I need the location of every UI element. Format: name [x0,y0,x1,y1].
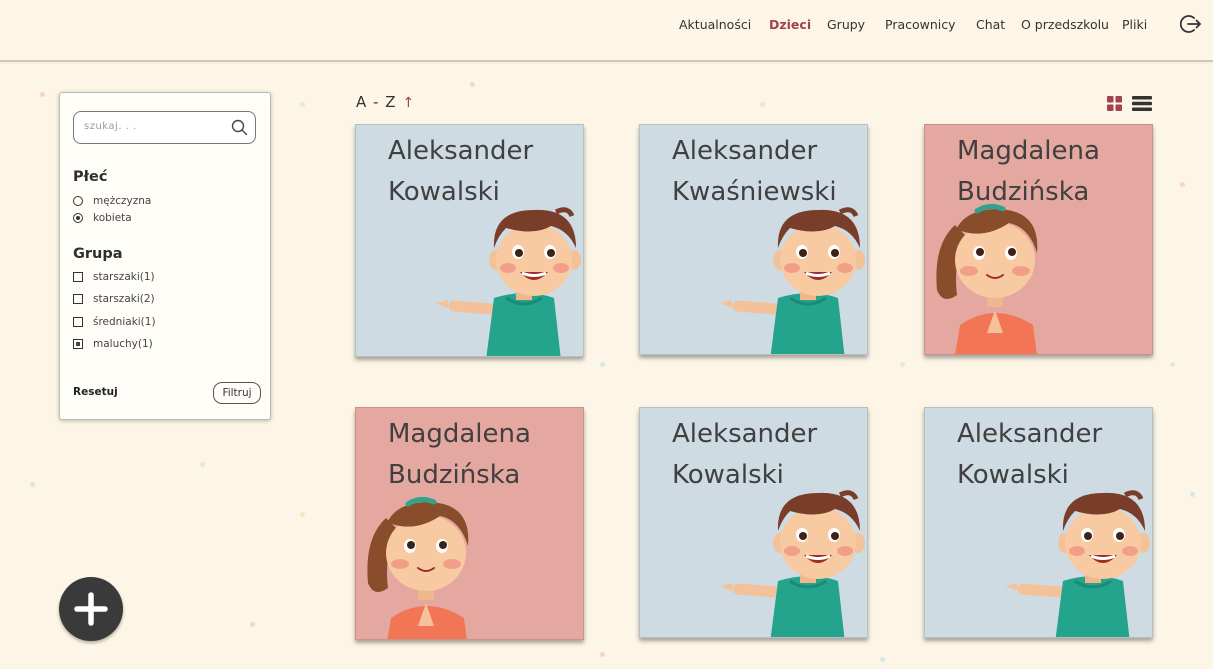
sort-arrow-up-icon: ↑ [402,95,416,111]
filter-button[interactable]: Filtruj [213,382,261,404]
grid-view-icon[interactable] [1107,96,1122,111]
nav-item-aktualnosci[interactable]: Aktualności [679,17,751,32]
nav-item-pracownicy[interactable]: Pracownicy [885,17,956,32]
nav-item-dzieci[interactable]: Dzieci [769,17,811,32]
logout-icon[interactable] [1180,13,1202,35]
filter-panel: Płeć mężczyzna kobieta Grupa starszaki(1… [59,92,271,420]
checkbox[interactable] [73,316,83,327]
group-option-label: średniaki(1) [93,316,156,328]
group-option-label: starszaki(1) [93,271,155,283]
child-first-name: Magdalena [388,419,531,449]
add-child-button[interactable] [59,577,123,641]
child-card[interactable]: Magdalena Budzińska [924,124,1153,355]
sort-label: A - Z [356,93,397,111]
sort-toggle[interactable]: A - Z ↑ [356,93,415,111]
child-first-name: Magdalena [957,136,1100,166]
nav-item-chat[interactable]: Chat [976,17,1005,32]
child-last-name: Kowalski [957,460,1069,490]
child-name: Aleksander Kowalski [957,414,1147,496]
group-option-label: starszaki(2) [93,293,155,305]
child-card[interactable]: Aleksander Kowalski [639,407,868,638]
group-option-label: maluchy(1) [93,338,153,350]
top-navigation: Aktualności Dzieci Grupy Pracownicy Chat… [0,0,1213,62]
child-last-name: Budzińska [388,460,521,490]
child-first-name: Aleksander [672,136,818,166]
child-last-name: Kowalski [672,460,784,490]
nav-item-pliki[interactable]: Pliki [1122,17,1147,32]
plus-icon [74,592,108,626]
search-input[interactable] [82,120,226,133]
checkbox[interactable] [73,271,83,282]
child-name: Aleksander Kowalski [388,131,578,213]
reset-button[interactable]: Resetuj [73,386,118,398]
gender-section-title: Płeć [73,169,108,185]
child-last-name: Kwaśniewski [672,177,837,207]
search-icon[interactable] [231,119,248,136]
child-last-name: Budzińska [957,177,1090,207]
child-card[interactable]: Magdalena Budzińska [355,407,584,640]
gender-option-label: kobieta [93,212,132,224]
child-name: Aleksander Kowalski [672,414,862,496]
nav-item-grupy[interactable]: Grupy [827,17,865,32]
group-section-title: Grupa [73,246,123,262]
nav-item-o-przedszkolu[interactable]: O przedszkolu [1021,17,1109,32]
child-last-name: Kowalski [388,177,500,207]
gender-option-label: mężczyzna [93,195,152,207]
child-name: Magdalena Budzińska [957,131,1147,213]
child-first-name: Aleksander [388,136,534,166]
child-first-name: Aleksander [957,419,1103,449]
list-view-icon[interactable] [1132,96,1152,111]
search-box [73,111,256,144]
child-first-name: Aleksander [672,419,818,449]
radio-button[interactable] [73,196,83,206]
child-name: Magdalena Budzińska [388,414,578,496]
child-card[interactable]: Aleksander Kwaśniewski [639,124,868,355]
checkbox-checked[interactable] [73,338,83,349]
child-name: Aleksander Kwaśniewski [672,131,862,213]
radio-button-selected[interactable] [73,213,83,223]
child-card[interactable]: Aleksander Kowalski [355,124,584,357]
checkbox[interactable] [73,293,83,304]
child-card[interactable]: Aleksander Kowalski [924,407,1153,638]
